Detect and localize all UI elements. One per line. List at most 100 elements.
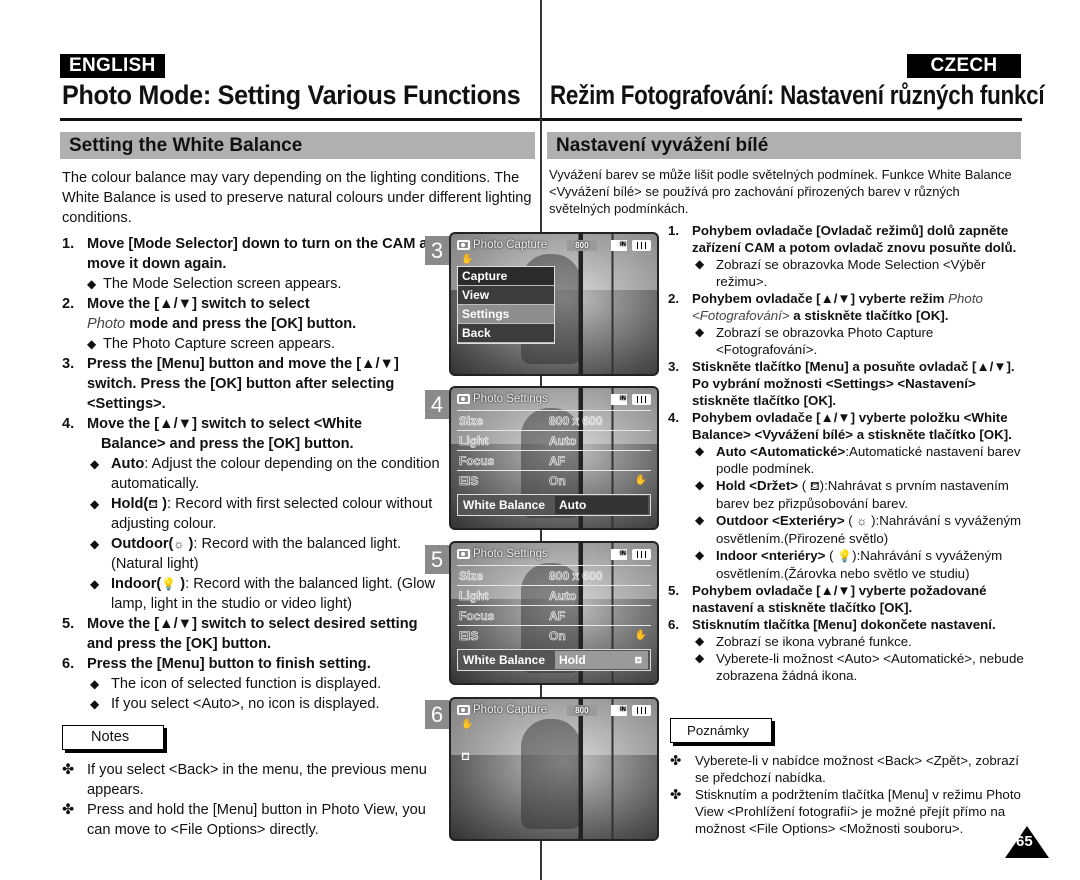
wb-option-indoor: ◆ Indoor <nteriéry> ( 💡):Nahrávání s vyv…: [695, 548, 1003, 581]
settings-list: Size 800 x 600 Light Auto Focus AF EIS On ✋ W…: [457, 410, 651, 516]
indoor-bulb-icon: 💡: [837, 549, 853, 563]
screen-header: Photo Capture 800 IN: [457, 701, 651, 719]
steps-czech: 1. Pohybem ovladače [Ovladač režimů] dol…: [668, 222, 1028, 684]
bullet-icon: ◆: [695, 478, 705, 492]
battery-icon: [632, 548, 651, 560]
white-balance-value: Hold ⛾: [555, 651, 648, 669]
memory-icon: IN: [611, 548, 627, 560]
screen-photo-capture-hold: Photo Capture 800 IN ✋ ⛾: [449, 697, 659, 841]
hold-icon: ⛾: [634, 655, 642, 665]
bullet-icon: ◆: [695, 444, 705, 458]
note-item: ✤ Vyberete-li v nabídce možnost <Back> <…: [670, 753, 1019, 785]
indoor-bulb-icon: 💡: [161, 577, 177, 591]
setting-row-white-balance[interactable]: White Balance Hold ⛾: [457, 649, 651, 671]
setting-row-focus[interactable]: Focus AF: [457, 605, 651, 625]
screen-photo-settings-auto: Photo Settings IN Size 800 x 600 Light Aut…: [449, 386, 659, 530]
bullet-icon: ◆: [695, 548, 705, 562]
wb-option-outdoor: ◆ Outdoor <Exteriéry> ( ☼ ):Nahrávání s …: [695, 513, 1022, 546]
bullet-icon: ◆: [87, 277, 97, 291]
menu-item-view[interactable]: View: [458, 286, 554, 305]
eis-hand-icon: ✋: [634, 475, 647, 486]
step-1: 1. Pohybem ovladače [Ovladač režimů] dol…: [668, 223, 1017, 255]
screen-header: Photo Settings IN: [457, 390, 651, 408]
eis-hand-icon: ✋: [461, 719, 474, 730]
resolution-badge: 800: [567, 239, 597, 251]
page-number: 65: [1016, 833, 1033, 850]
step-1-note: ◆ The Mode Selection screen appears.: [87, 276, 342, 292]
battery-icon: [632, 704, 651, 716]
page-title-english: Photo Mode: Setting Various Functions: [62, 80, 521, 110]
camera-icon: [457, 394, 470, 404]
notes-label-english: Notes: [62, 725, 164, 750]
bullet-icon: ◆: [90, 677, 100, 691]
setting-row-focus[interactable]: Focus AF: [457, 450, 651, 470]
capture-menu: Capture View Settings Back: [457, 266, 555, 344]
step-6-note: ◆ The icon of selected function is displ…: [90, 676, 382, 692]
setting-row-light[interactable]: Light Auto: [457, 585, 651, 605]
step-6-note: ◆ If you select <Auto>, no icon is displ…: [90, 696, 380, 712]
step-5: 5. Move the [▲/▼] switch to select desir…: [62, 616, 418, 652]
setting-row-white-balance[interactable]: White Balance Auto: [457, 494, 651, 516]
screen-step-number: 5: [425, 545, 449, 574]
page-title-czech: Režim Fotografování: Nastavení různých f…: [550, 80, 1045, 110]
screen-photo-capture-menu: Photo Capture 800 IN ✋ Capture View Sett…: [449, 232, 659, 376]
step-3: 3. Press the [Menu] button and move the …: [62, 356, 399, 412]
notes-label-czech: Poznámky: [670, 718, 772, 743]
notes-czech: ✤ Vyberete-li v nabídce možnost <Back> <…: [670, 752, 1025, 837]
camera-icon: [457, 705, 470, 715]
bullet-icon: ◆: [90, 577, 100, 591]
note-item: ✤ If you select <Back> in the menu, the …: [62, 762, 427, 798]
menu-item-capture[interactable]: Capture: [458, 267, 554, 286]
screen-header: Photo Settings IN: [457, 545, 651, 563]
hold-icon: ⛾: [461, 751, 470, 763]
setting-row-eis[interactable]: EIS On ✋: [457, 625, 651, 645]
note-item: ✤ Press and hold the [Menu] button in Ph…: [62, 802, 426, 838]
bullet-icon: ◆: [90, 697, 100, 711]
section-title-czech: Nastavení vyvážení bílé: [547, 132, 1021, 159]
setting-row-eis[interactable]: EIS On ✋: [457, 470, 651, 490]
screen-step-number: 3: [425, 236, 449, 265]
note-mark-icon: ✤: [62, 802, 75, 818]
step-6: 6. Press the [Menu] button to finish set…: [62, 656, 371, 672]
notes-english: ✤ If you select <Back> in the menu, the …: [62, 760, 447, 840]
wb-option-hold: ◆ Hold(⛾ ): Record with first selected c…: [90, 496, 433, 532]
bullet-icon: ◆: [695, 634, 705, 648]
wb-option-auto: ◆ Auto: Adjust the colour depending on t…: [90, 456, 440, 492]
intro-czech: Vyvážení barev se může lišit podle světe…: [549, 167, 1012, 216]
section-title-english: Setting the White Balance: [60, 132, 535, 159]
step-1-note: ◆ Zobrazí se obrazovka Mode Selection <V…: [695, 257, 986, 289]
setting-row-size[interactable]: Size 800 x 600: [457, 565, 651, 585]
battery-icon: [632, 239, 651, 251]
memory-icon: IN: [611, 393, 627, 405]
memory-icon: IN: [611, 704, 627, 716]
settings-list: Size 800 x 600 Light Auto Focus AF EIS On ✋ W…: [457, 565, 651, 671]
menu-item-settings[interactable]: Settings: [458, 305, 554, 324]
screen-photo-settings-hold: Photo Settings IN Size 800 x 600 Light Aut…: [449, 541, 659, 685]
screen-header: Photo Capture 800 IN: [457, 236, 651, 254]
bullet-icon: ◆: [90, 457, 100, 471]
title-rule: [60, 118, 540, 121]
menu-item-back[interactable]: Back: [458, 324, 554, 343]
step-3: 3. Stiskněte tlačítko [Menu] a posuňte o…: [668, 359, 1015, 408]
step-4: 4. Pohybem ovladače [▲/▼] vyberte položk…: [668, 410, 1012, 442]
wb-option-indoor: ◆ Indoor(💡 ): Record with the balanced l…: [90, 576, 435, 612]
language-badge-czech: CZECH: [907, 54, 1021, 78]
step-4: 4. Move the [▲/▼] switch to select <Whit…: [62, 416, 362, 452]
memory-icon: IN: [611, 239, 627, 251]
hold-icon: ⛾: [148, 497, 159, 511]
note-mark-icon: ✤: [670, 787, 682, 802]
camera-icon: [457, 240, 470, 250]
step-2-note: ◆ Zobrazí se obrazovka Photo Capture <Fo…: [695, 325, 934, 357]
step-2: 2. Move the [▲/▼] switch to select Photo…: [62, 296, 357, 332]
bullet-icon: ◆: [695, 651, 705, 665]
note-mark-icon: ✤: [62, 762, 75, 778]
setting-row-light[interactable]: Light Auto: [457, 430, 651, 450]
step-6: 6. Stisknutím tlačítka [Menu] dokončete …: [668, 617, 996, 632]
setting-row-size[interactable]: Size 800 x 600: [457, 410, 651, 430]
step-6-note: ◆ Zobrazí se ikona vybrané funkce.: [695, 634, 912, 649]
intro-english: The colour balance may vary depending on…: [62, 170, 532, 226]
bullet-icon: ◆: [90, 537, 100, 551]
eis-hand-icon: ✋: [634, 630, 647, 641]
title-rule: [542, 118, 1022, 121]
camera-icon: [457, 549, 470, 559]
